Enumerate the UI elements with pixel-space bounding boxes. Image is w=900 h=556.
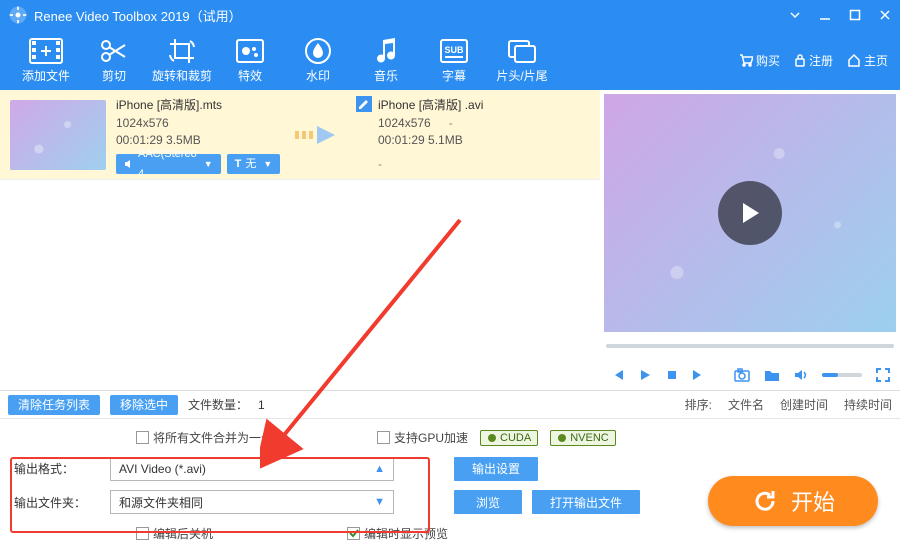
gpu-accel-checkbox[interactable]: 支持GPU加速 [377, 429, 468, 446]
speaker-icon [124, 159, 134, 169]
chevron-down-icon: ▼ [374, 496, 385, 508]
main-toolbar: 添加文件 剪切 旋转和裁剪 特效 水印 音乐 SUB 字幕 片头/片尾 购买 注… [0, 30, 900, 90]
minimize-button[interactable] [818, 8, 832, 22]
output-settings-button[interactable]: 输出设置 [454, 457, 538, 481]
lock-icon [794, 53, 806, 67]
volume-slider[interactable] [822, 373, 862, 377]
start-button[interactable]: 开始 [708, 476, 878, 526]
output-folder-combo[interactable]: 和源文件夹相同▼ [110, 490, 394, 514]
browse-button[interactable]: 浏览 [454, 490, 522, 514]
clear-tasks-button[interactable]: 清除任务列表 [8, 395, 100, 415]
convert-arrow-icon [286, 122, 346, 148]
source-thumbnail [10, 100, 106, 170]
home-icon [847, 53, 861, 67]
nvenc-badge: NVENC [550, 430, 616, 446]
rotate-crop-button[interactable]: 旋转和裁剪 [148, 37, 216, 84]
output-settings-panel: 将所有文件合并为一个 支持GPU加速 CUDA NVENC 输出格式： AVI … [0, 418, 900, 554]
seek-bar-row [600, 332, 900, 360]
open-output-folder-button[interactable]: 打开输出文件 [532, 490, 640, 514]
sort-by-duration[interactable]: 持续时间 [844, 396, 892, 413]
video-preview [604, 94, 896, 332]
scissors-icon [99, 37, 129, 65]
cut-button[interactable]: 剪切 [80, 37, 148, 84]
crop-icon [168, 37, 196, 65]
task-list: iPhone [高清版].mts 1024x576 00:01:29 3.5MB… [0, 90, 600, 390]
output-format-combo[interactable]: AVI Video (*.avi)▲ [110, 457, 394, 481]
close-button[interactable] [878, 8, 892, 22]
intro-outro-button[interactable]: 片头/片尾 [488, 37, 556, 84]
output-duration-size: 00:01:29 5.1MB [378, 133, 483, 147]
cuda-badge: CUDA [480, 430, 538, 446]
output-extra-dash: - [378, 154, 483, 174]
music-icon [373, 37, 399, 65]
source-filename: iPhone [高清版].mts [116, 96, 276, 113]
audio-codec-dropdown[interactable]: AAC(Stereo 4▼ [116, 154, 221, 174]
svg-text:SUB: SUB [444, 45, 464, 55]
seek-slider[interactable] [606, 344, 894, 348]
volume-button[interactable] [794, 368, 808, 382]
open-folder-button[interactable] [764, 368, 780, 382]
effects-label: 特效 [238, 67, 262, 84]
watermark-icon [304, 37, 332, 65]
remove-selected-button[interactable]: 移除选中 [110, 395, 178, 415]
rotate-crop-label: 旋转和裁剪 [152, 67, 212, 84]
output-dash: - [449, 116, 453, 130]
prev-button[interactable] [610, 368, 624, 382]
subtitle-label: 字幕 [442, 67, 466, 84]
sort-label: 排序: [685, 396, 712, 413]
text-track-dropdown[interactable]: T 无▼ [227, 154, 281, 174]
film-add-icon [29, 37, 63, 65]
preview-while-edit-checkbox[interactable]: 编辑时显示预览 [347, 525, 448, 542]
fullscreen-button[interactable] [876, 368, 890, 382]
merge-all-checkbox[interactable]: 将所有文件合并为一个 [136, 429, 273, 446]
buy-link[interactable]: 购买 [739, 52, 780, 69]
edit-output-icon[interactable] [356, 96, 372, 112]
watermark-button[interactable]: 水印 [284, 37, 352, 84]
sort-by-name[interactable]: 文件名 [728, 396, 764, 413]
app-logo-icon [8, 5, 28, 25]
window-title: Renee Video Toolbox 2019（试用） [34, 6, 788, 25]
titlebar: Renee Video Toolbox 2019（试用） [0, 0, 900, 30]
next-button[interactable] [692, 368, 706, 382]
file-count-label: 文件数量： [188, 396, 248, 413]
file-count-value: 1 [258, 398, 265, 412]
sort-by-ctime[interactable]: 创建时间 [780, 396, 828, 413]
add-file-button[interactable]: 添加文件 [12, 37, 80, 84]
home-link[interactable]: 主页 [847, 52, 888, 69]
output-filename: iPhone [高清版] .avi [378, 96, 483, 113]
effects-icon [235, 37, 265, 65]
register-link[interactable]: 注册 [794, 52, 833, 69]
snapshot-button[interactable] [734, 368, 750, 382]
menu-dropdown-icon[interactable] [788, 8, 802, 22]
subtitle-icon: SUB [439, 37, 469, 65]
player-controls [600, 360, 900, 390]
subtitle-button[interactable]: SUB 字幕 [420, 37, 488, 84]
music-button[interactable]: 音乐 [352, 37, 420, 84]
intro-label: 片头/片尾 [496, 67, 547, 84]
refresh-icon [751, 487, 779, 515]
stop-button[interactable] [666, 369, 678, 381]
output-folder-label: 输出文件夹： [14, 494, 100, 511]
maximize-button[interactable] [848, 8, 862, 22]
cut-label: 剪切 [102, 67, 126, 84]
play-button[interactable] [638, 368, 652, 382]
effects-button[interactable]: 特效 [216, 37, 284, 84]
cart-icon [739, 53, 753, 67]
output-format-label: 输出格式： [14, 460, 100, 477]
play-overlay-button[interactable] [718, 181, 782, 245]
output-resolution: 1024x576 [378, 116, 431, 130]
intro-icon [507, 37, 537, 65]
music-label: 音乐 [374, 67, 398, 84]
chevron-up-icon: ▲ [374, 463, 385, 475]
list-footer: 清除任务列表 移除选中 文件数量： 1 排序: 文件名 创建时间 持续时间 [0, 390, 900, 418]
watermark-label: 水印 [306, 67, 330, 84]
shutdown-after-checkbox[interactable]: 编辑后关机 [136, 525, 213, 542]
source-resolution: 1024x576 [116, 116, 276, 130]
task-row[interactable]: iPhone [高清版].mts 1024x576 00:01:29 3.5MB… [0, 90, 600, 180]
add-file-label: 添加文件 [22, 67, 70, 84]
